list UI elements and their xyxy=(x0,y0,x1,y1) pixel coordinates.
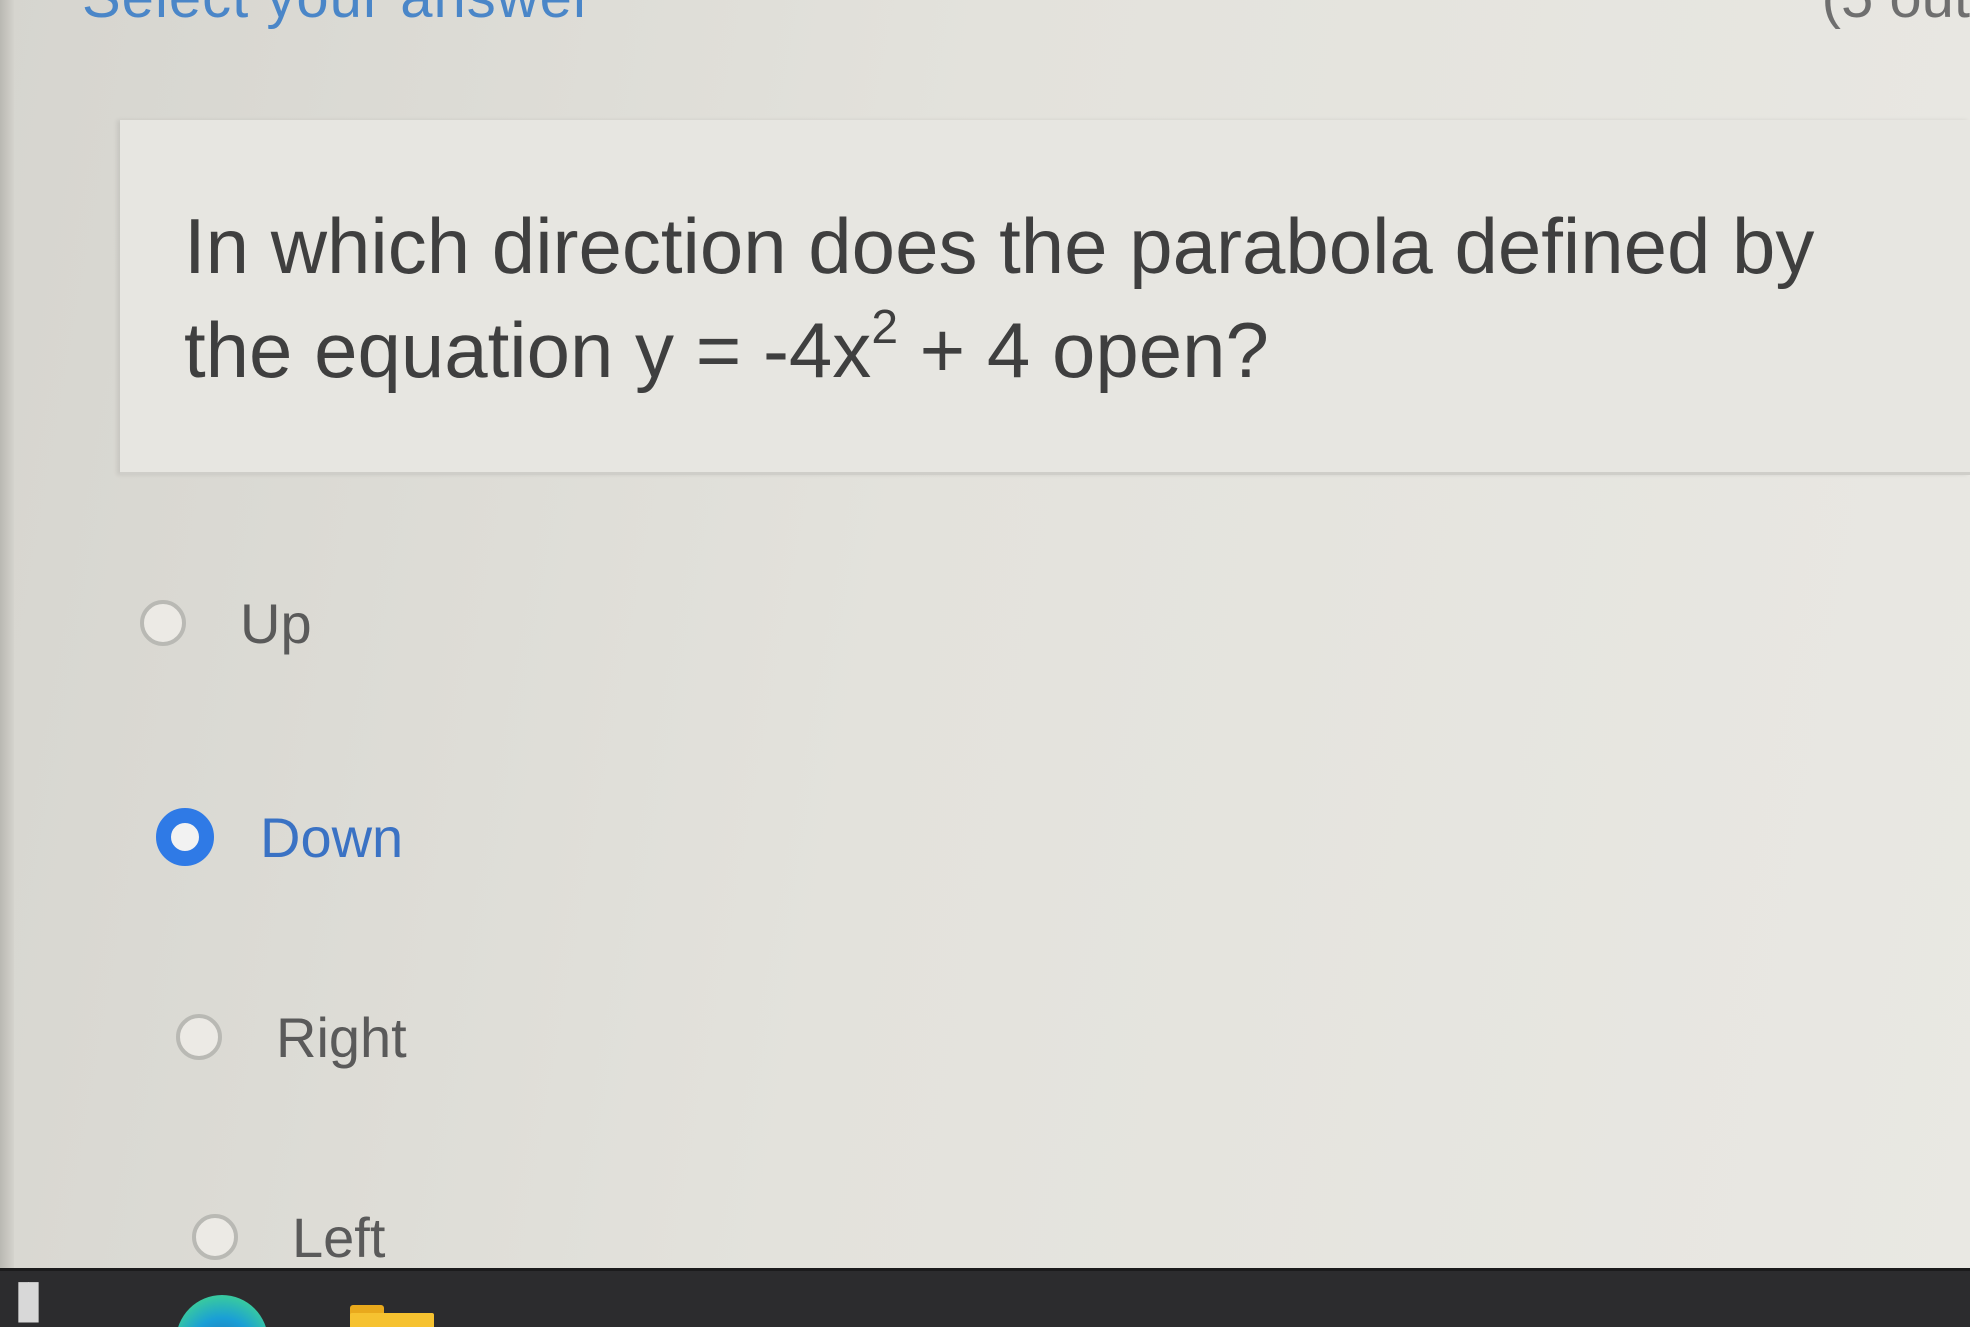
option-label-right: Right xyxy=(276,1005,407,1069)
folder-body-shape xyxy=(350,1313,434,1327)
option-right[interactable]: Right xyxy=(176,992,407,1082)
radio-button-up[interactable] xyxy=(140,600,186,646)
taskbar-task-view-icon[interactable]: ▐▌ xyxy=(8,1281,49,1325)
screen: Select your answer (5 out In which direc… xyxy=(0,0,1970,1327)
radio-button-down-selected[interactable] xyxy=(156,808,214,866)
taskbar: ▐▌ xyxy=(0,1268,1970,1327)
radio-button-left[interactable] xyxy=(192,1214,238,1260)
option-label-down: Down xyxy=(260,805,404,869)
option-label-left: Left xyxy=(292,1205,386,1269)
option-up[interactable]: Up xyxy=(140,578,312,668)
option-label-up: Up xyxy=(240,591,312,655)
file-explorer-folder-icon[interactable] xyxy=(350,1305,434,1327)
option-down[interactable]: Down xyxy=(156,792,403,882)
answer-options: Up Down Right Left xyxy=(0,0,1970,1327)
edge-browser-icon[interactable] xyxy=(176,1295,268,1327)
radio-button-right[interactable] xyxy=(176,1014,222,1060)
